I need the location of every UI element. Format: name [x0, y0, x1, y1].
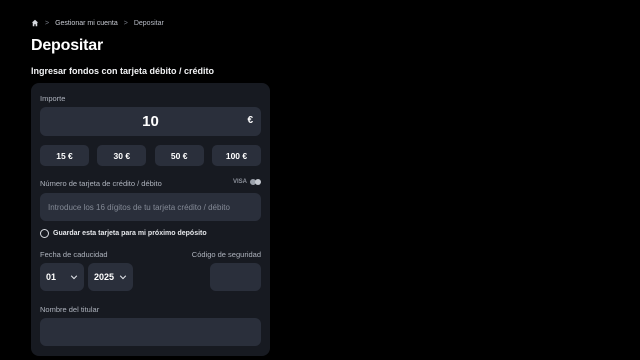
breadcrumb-separator: >	[45, 19, 50, 27]
visa-logo: VISA	[232, 179, 247, 185]
preset-amounts: 15 € 30 € 50 € 100 €	[40, 145, 261, 166]
holder-name-label: Nombre del titular	[40, 305, 100, 314]
page-subtitle: Ingresar fondos con tarjeta débito / cré…	[31, 66, 215, 76]
preset-100-button[interactable]: 100 €	[211, 145, 261, 166]
amount-input[interactable]: 10 €	[40, 107, 261, 136]
save-card-option[interactable]: Guardar esta tarjeta para mi próximo dep…	[40, 229, 207, 238]
preset-50-button[interactable]: 50 €	[154, 145, 204, 166]
cvv-input[interactable]	[210, 263, 261, 291]
preset-15-button[interactable]: 15 €	[40, 145, 89, 166]
expiry-month-select[interactable]: 01	[40, 263, 84, 291]
expiry-month-value: 01	[46, 272, 57, 282]
currency-symbol: €	[247, 115, 253, 126]
holder-name-input[interactable]	[40, 318, 261, 346]
breadcrumb: > Gestionar mi cuenta > Depositar	[31, 18, 164, 28]
preset-30-button[interactable]: 30 €	[97, 145, 147, 166]
expiry-year-select[interactable]: 2025	[88, 263, 133, 291]
amount-value: 10	[142, 113, 159, 130]
home-icon[interactable]	[31, 19, 39, 27]
deposit-form-card: Importe 10 € 15 € 30 € 50 € 100 € Número…	[31, 83, 270, 356]
breadcrumb-current: Depositar	[133, 19, 164, 27]
card-brands: VISA	[233, 179, 261, 185]
breadcrumb-manage-account[interactable]: Gestionar mi cuenta	[55, 20, 118, 27]
breadcrumb-separator: >	[123, 19, 128, 27]
card-number-input[interactable]	[40, 193, 261, 221]
save-card-checkbox[interactable]	[40, 229, 49, 238]
amount-label: Importe	[40, 94, 66, 103]
page-title: Depositar	[31, 37, 103, 54]
expiry-label: Fecha de caducidad	[40, 250, 108, 259]
chevron-down-icon	[119, 275, 127, 280]
mastercard-icon	[250, 179, 261, 185]
save-card-label: Guardar esta tarjeta para mi próximo dep…	[53, 230, 207, 237]
cvv-label: Código de seguridad	[191, 250, 261, 259]
chevron-down-icon	[70, 275, 78, 280]
card-number-label: Número de tarjeta de crédito / débito	[40, 179, 162, 188]
expiry-year-value: 2025	[94, 272, 115, 282]
